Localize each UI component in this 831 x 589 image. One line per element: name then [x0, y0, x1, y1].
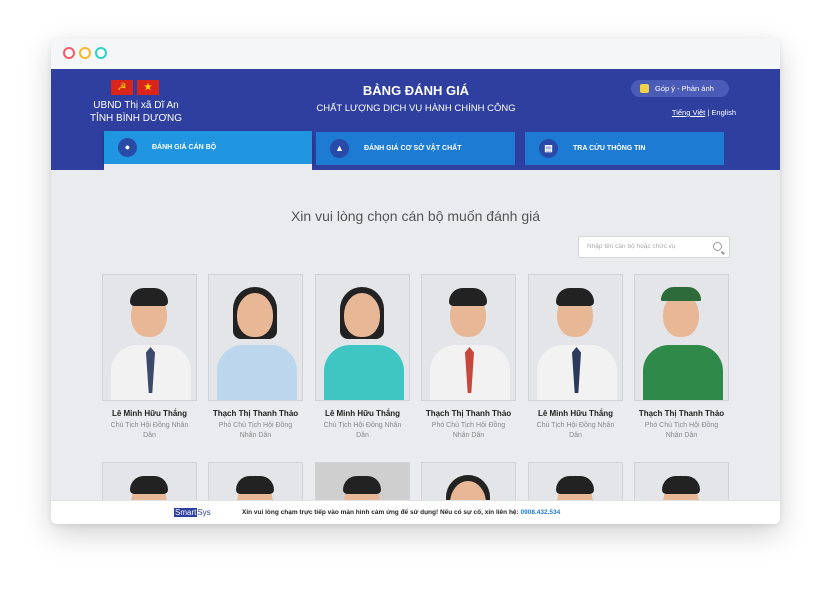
footer: SmartSys Xin vui lòng chạm trực tiếp vào… — [51, 500, 780, 524]
staff-card[interactable]: Lê Minh Hữu Thắng Chủ Tịch Hội Đồng Nhân… — [528, 274, 623, 441]
lang-en-link[interactable]: English — [711, 108, 736, 117]
page-title: BẢNG ĐÁNH GIÁ — [362, 83, 470, 98]
staff-card[interactable]: Lê Minh Hữu Thắng Chủ Tịch Hội Đồng Nhân… — [102, 274, 197, 441]
app-window: ☭ ★ UBND Thị xã Dĩ An TỈNH BÌNH DƯƠNG BẢ… — [51, 38, 780, 524]
staff-card[interactable] — [208, 462, 303, 502]
staff-card[interactable] — [528, 462, 623, 502]
staff-photo — [528, 274, 623, 401]
staff-role: Chủ Tịch Hội Đồng Nhân Dân — [323, 422, 402, 439]
staff-name: Lê Minh Hữu Thắng — [324, 409, 401, 418]
search-input[interactable]: Nhập tên cán bộ hoặc chức vụ — [578, 236, 730, 258]
staff-role: Chủ Tịch Hội Đồng Nhân Dân — [536, 422, 615, 439]
close-window-dot[interactable] — [63, 47, 75, 59]
tab-label: ĐÁNH GIÁ CÁN BỘ — [152, 144, 217, 151]
message-icon — [640, 84, 649, 93]
minimize-window-dot[interactable] — [79, 47, 91, 59]
header: ☭ ★ UBND Thị xã Dĩ An TỈNH BÌNH DƯƠNG BẢ… — [51, 69, 780, 128]
staff-role: Phó Chủ Tịch Hội Đồng Nhân Dân — [431, 422, 506, 439]
lang-vi-link[interactable]: Tiếng Việt — [672, 108, 705, 117]
staff-card[interactable] — [421, 462, 516, 502]
staff-photo — [102, 462, 197, 502]
tab-bar: ● ĐÁNH GIÁ CÁN BỘ ▲ ĐÁNH GIÁ CƠ SỞ VẬT C… — [51, 128, 780, 170]
staff-card[interactable] — [102, 462, 197, 502]
staff-photo — [421, 274, 516, 401]
staff-card[interactable]: Lê Minh Hữu Thắng Chủ Tịch Hội Đồng Nhân… — [315, 274, 410, 441]
staff-name: Thạch Thị Thanh Thảo — [212, 409, 299, 418]
staff-photo — [315, 462, 410, 502]
main-content: Xin vui lòng chọn cán bộ muốn đánh giá N… — [51, 170, 780, 502]
brand-logo: SmartSys — [174, 508, 211, 517]
staff-photo — [634, 462, 729, 502]
staff-card[interactable] — [315, 462, 410, 502]
staff-photo — [102, 274, 197, 401]
search-placeholder: Nhập tên cán bộ hoặc chức vụ — [587, 243, 676, 250]
staff-photo — [208, 462, 303, 502]
window-titlebar — [51, 38, 780, 69]
document-icon: ▤ — [539, 139, 558, 158]
selection-prompt: Xin vui lòng chọn cán bộ muốn đánh giá — [290, 208, 541, 224]
tab-facility-rating[interactable]: ▲ ĐÁNH GIÁ CƠ SỞ VẬT CHẤT — [316, 132, 515, 165]
staff-name: Lê Minh Hữu Thắng — [537, 409, 614, 418]
flags: ☭ ★ — [111, 80, 159, 95]
staff-name: Thạch Thị Thanh Thảo — [425, 409, 512, 418]
staff-role: Phó Chủ Tịch Hội Đồng Nhân Dân — [644, 422, 719, 439]
staff-name: Lê Minh Hữu Thắng — [111, 409, 188, 418]
person-icon: ● — [118, 138, 137, 157]
staff-name: Thạch Thị Thanh Thảo — [638, 409, 725, 418]
staff-role: Chủ Tịch Hội Đồng Nhân Dân — [110, 422, 189, 439]
vietnam-flag-icon: ★ — [137, 80, 159, 95]
tab-lookup[interactable]: ▤ TRA CỨU THÔNG TIN — [525, 132, 724, 165]
feedback-label: Góp ý - Phản ánh — [655, 84, 714, 93]
support-notice: Xin vui lòng chạm trực tiếp vào màn hình… — [242, 509, 561, 516]
tab-label: ĐÁNH GIÁ CƠ SỞ VẬT CHẤT — [364, 145, 462, 152]
province-name: TỈNH BÌNH DƯƠNG — [89, 113, 183, 124]
feedback-button[interactable]: Góp ý - Phản ánh — [631, 80, 729, 97]
staff-card[interactable]: Thạch Thị Thanh Thảo Phó Chủ Tịch Hội Đồ… — [421, 274, 516, 441]
lang-separator: | — [707, 108, 710, 117]
staff-card[interactable]: Thạch Thị Thanh Thảo Phó Chủ Tịch Hội Đồ… — [208, 274, 303, 441]
staff-card[interactable] — [634, 462, 729, 502]
language-switcher: Tiếng Việt | English — [631, 108, 736, 117]
staff-photo — [421, 462, 516, 502]
org-name: UBND Thị xã Dĩ An — [93, 100, 179, 111]
staff-card[interactable]: Thạch Thị Thanh Thảo Phó Chủ Tịch Hội Đồ… — [634, 274, 729, 441]
search-icon[interactable] — [713, 242, 722, 251]
staff-role: Phó Chủ Tịch Hội Đồng Nhân Dân — [218, 422, 293, 439]
staff-photo — [528, 462, 623, 502]
staff-photo — [634, 274, 729, 401]
staff-photo — [208, 274, 303, 401]
support-phone: 0908.432.534 — [520, 509, 561, 516]
tab-staff-rating[interactable]: ● ĐÁNH GIÁ CÁN BỘ — [104, 131, 312, 170]
maximize-window-dot[interactable] — [95, 47, 107, 59]
party-flag-icon: ☭ — [111, 80, 133, 95]
page-subtitle: CHẤT LƯỢNG DỊCH VỤ HÀNH CHÍNH CÔNG — [316, 103, 516, 114]
staff-photo — [315, 274, 410, 401]
tab-label: TRA CỨU THÔNG TIN — [573, 145, 646, 152]
thumbs-up-icon: ▲ — [330, 139, 349, 158]
